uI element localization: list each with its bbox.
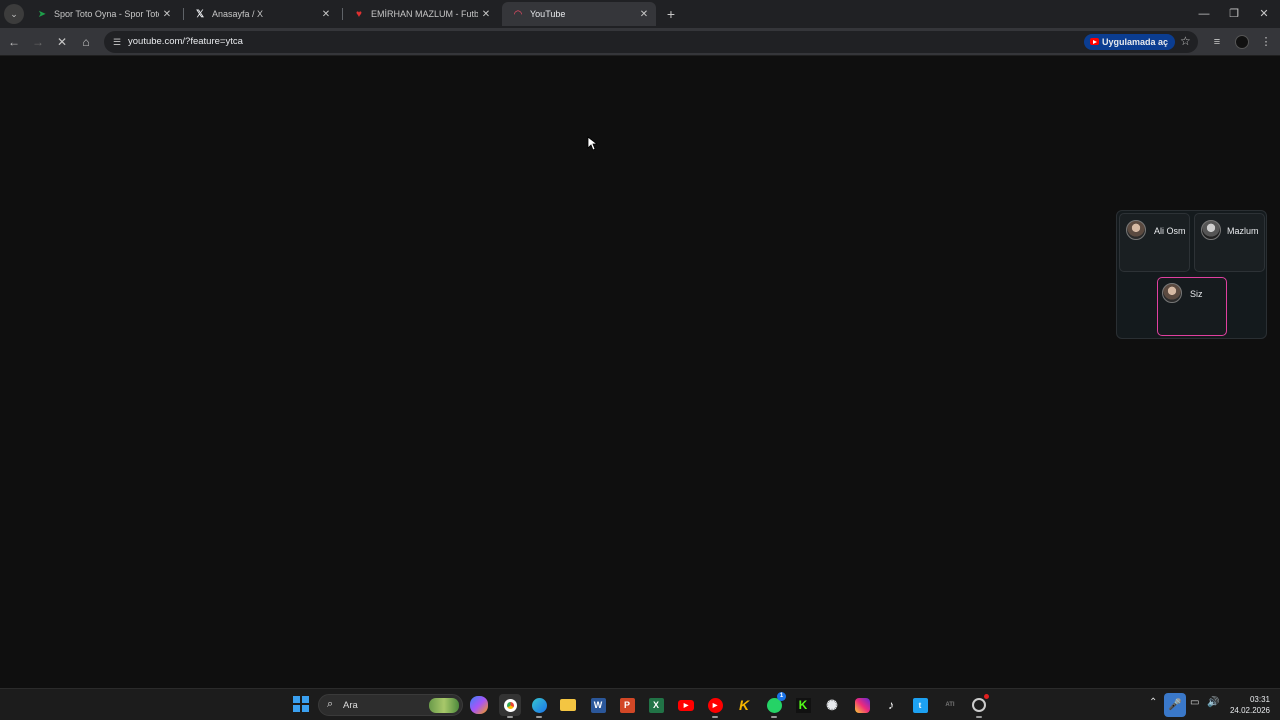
menu-kebab-icon[interactable]: ⋮ xyxy=(1256,32,1276,52)
stop-loading-button[interactable]: ✕ xyxy=(52,32,72,52)
search-icon: ⌕ xyxy=(327,698,334,710)
tab-title: EMİRHAN MAZLUM - Futbolcu xyxy=(371,9,478,19)
tab-title: YouTube xyxy=(530,9,566,19)
taskbar-search[interactable]: ⌕ Ara xyxy=(318,694,463,716)
avatar xyxy=(1162,283,1182,303)
word-icon[interactable]: W xyxy=(587,694,609,716)
clock-date: 24.02.2026 xyxy=(1229,706,1270,715)
youtube-loading-favicon: ◠ xyxy=(513,8,523,20)
media-control-icon[interactable]: ≡ xyxy=(1207,32,1227,52)
close-icon[interactable]: ✕ xyxy=(159,9,175,20)
excel-icon[interactable]: X xyxy=(645,694,667,716)
participant-name: Ali Osm xyxy=(1154,226,1186,236)
microphone-icon[interactable]: 🎤 xyxy=(1164,693,1186,717)
youtube-icon[interactable]: ▶ xyxy=(675,694,697,716)
x-favicon: 𝕏 xyxy=(195,8,205,20)
network-display-icon[interactable]: ▭ xyxy=(1190,697,1199,708)
tab-spor-toto[interactable]: ➤ Spor Toto Oyna - Spor Toto List ✕ xyxy=(26,2,179,26)
show-hidden-icons-chevron-icon[interactable]: ⌃ xyxy=(1149,697,1157,708)
forward-button[interactable]: → xyxy=(28,32,48,52)
chatgpt-icon[interactable]: ✺ xyxy=(821,694,843,716)
close-icon[interactable]: ✕ xyxy=(318,9,334,20)
tab-youtube[interactable]: ◠ YouTube ✕ xyxy=(502,2,656,26)
call-participants-overlay: ✕ Ali Osm Mazlum Siz xyxy=(1116,210,1267,339)
search-highlight-image xyxy=(429,698,459,713)
system-clock[interactable]: 03:31 24.02.2026 xyxy=(1226,694,1270,716)
tab-x[interactable]: 𝕏 Anasayfa / X ✕ xyxy=(184,2,338,26)
self-tile[interactable]: Siz xyxy=(1157,277,1227,336)
windows-taskbar: ⌕ Ara W P X ▶ ▶ K 1 K ✺ ♪ t ATI ⌃ 🎤 ▭ 🔊 … xyxy=(0,688,1280,720)
search-placeholder: Ara xyxy=(343,700,358,711)
tab-search-chevron-icon[interactable]: ⌄ xyxy=(4,4,24,24)
participant-name: Siz xyxy=(1190,289,1203,299)
kick-icon[interactable]: K xyxy=(792,694,814,716)
close-icon[interactable]: ✕ xyxy=(636,9,652,20)
k-app-icon[interactable]: K xyxy=(733,694,755,716)
tab-strip: ⌄ ➤ Spor Toto Oyna - Spor Toto List ✕ 𝕏 … xyxy=(0,0,1280,28)
tab-title: Anasayfa / X xyxy=(212,9,264,19)
mouse-cursor-icon xyxy=(587,136,597,151)
steam-like-icon[interactable] xyxy=(968,694,990,718)
youtube-music-icon[interactable]: ▶ xyxy=(704,694,726,718)
close-icon[interactable]: ✕ xyxy=(478,9,494,20)
open-in-app-button[interactable]: Uygulamada aç xyxy=(1084,34,1176,50)
address-bar[interactable]: ☰ youtube.com/?feature=ytca Uygulamada a… xyxy=(104,31,1198,53)
url-text[interactable]: youtube.com/?feature=ytca xyxy=(128,36,243,47)
page-content xyxy=(0,57,1280,688)
whatsapp-icon[interactable]: 1 xyxy=(763,692,786,718)
restore-button[interactable]: ❐ xyxy=(1218,0,1250,28)
instagram-icon[interactable] xyxy=(851,694,873,716)
browser-toolbar: ← → ✕ ⌂ ☰ youtube.com/?feature=ytca Uygu… xyxy=(0,28,1280,56)
whatsapp-badge: 1 xyxy=(777,692,786,701)
spor-toto-favicon: ➤ xyxy=(37,8,47,20)
volume-icon[interactable]: 🔊 xyxy=(1207,697,1219,708)
twitter-icon[interactable]: t xyxy=(909,694,931,716)
powerpoint-icon[interactable]: P xyxy=(616,694,638,716)
new-tab-button[interactable]: + xyxy=(662,5,680,23)
participant-tile[interactable]: Mazlum xyxy=(1194,213,1265,272)
open-in-app-label: Uygulamada aç xyxy=(1102,37,1169,47)
minimize-button[interactable]: — xyxy=(1188,0,1220,28)
back-button[interactable]: ← xyxy=(4,32,24,52)
avatar xyxy=(1126,220,1146,240)
file-explorer-icon[interactable] xyxy=(557,694,579,716)
site-info-icon[interactable]: ☰ xyxy=(110,35,124,49)
copilot-icon[interactable] xyxy=(470,696,488,714)
youtube-icon xyxy=(1090,38,1099,45)
chrome-icon[interactable] xyxy=(499,694,521,718)
participant-tile[interactable]: Ali Osm xyxy=(1119,213,1190,272)
profile-avatar[interactable] xyxy=(1235,35,1249,49)
clock-time: 03:31 xyxy=(1249,695,1270,704)
tab-emirhan[interactable]: ♥ EMİRHAN MAZLUM - Futbolcu ✕ xyxy=(343,2,498,26)
bookmark-star-icon[interactable]: ☆ xyxy=(1180,34,1191,48)
participant-name: Mazlum xyxy=(1227,226,1259,236)
avatar xyxy=(1201,220,1221,240)
edge-icon[interactable] xyxy=(528,694,550,718)
ati-icon[interactable]: ATI xyxy=(939,694,961,716)
tff-favicon: ♥ xyxy=(356,8,362,20)
tab-title: Spor Toto Oyna - Spor Toto List xyxy=(54,9,159,19)
close-window-button[interactable]: ✕ xyxy=(1248,0,1280,28)
home-button[interactable]: ⌂ xyxy=(76,32,96,52)
windows-start-icon[interactable] xyxy=(293,696,309,712)
tiktok-icon[interactable]: ♪ xyxy=(880,694,902,716)
